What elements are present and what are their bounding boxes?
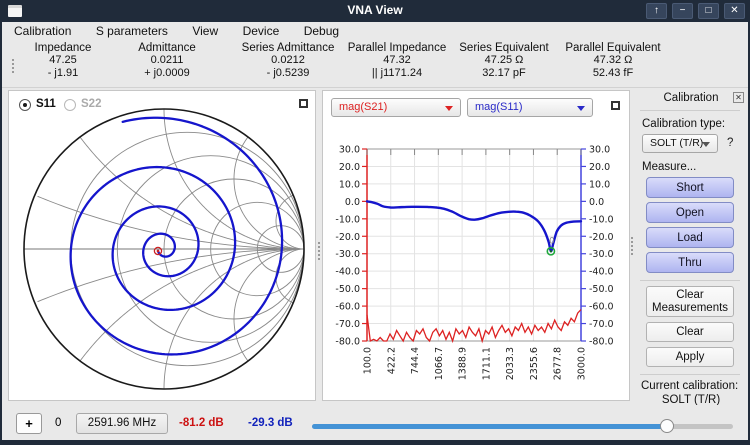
chevron-down-icon [702,142,710,147]
svg-text:0.0: 0.0 [589,197,604,208]
current-calibration-label: Current calibration: [641,380,738,392]
maximize-icon[interactable]: □ [698,3,719,19]
svg-text:-20.0: -20.0 [589,232,614,243]
detach-pane-icon[interactable] [611,101,620,110]
slider-fill [312,424,672,429]
menu-device[interactable]: Device [233,22,290,38]
s22-radio-label[interactable]: S22 [81,98,101,110]
chevron-down-icon [577,106,585,111]
window-title: VNA View [0,3,750,17]
s21-db-value: -81.2 dB [179,417,224,429]
thru-button[interactable]: Thru [646,252,734,273]
menu-debug[interactable]: Debug [294,22,349,38]
menu-calibration[interactable]: Calibration [4,22,81,38]
status-bar: + 0 2591.96 MHz -81.2 dB -29.3 dB [2,405,748,440]
svg-text:2355.6: 2355.6 [529,347,540,380]
svg-text:-60.0: -60.0 [589,302,614,313]
svg-text:30.0: 30.0 [339,145,360,156]
calibration-title: Calibration [641,92,741,104]
svg-text:-70.0: -70.0 [335,319,360,330]
smith-chart-pane: S11 S22 [8,90,316,401]
s11-radio[interactable] [19,99,31,111]
measure-label: Measure... [642,161,696,173]
calibration-panel: Calibration ✕ Calibration type: SOLT (T/… [634,88,748,404]
svg-text:-40.0: -40.0 [589,267,614,278]
readout-series-equivalent: Series Equivalent 47.25 Ω 32.17 pF [450,42,558,80]
readout-parallel-equivalent: Parallel Equivalent 47.32 Ω 52.43 fF [554,42,672,80]
help-button[interactable]: ? [727,137,733,149]
s11-radio-label[interactable]: S11 [36,98,56,110]
short-button[interactable]: Short [646,177,734,198]
trace1-selector[interactable]: mag(S21) [331,98,461,117]
calibration-type-label: Calibration type: [642,118,725,130]
readout-admittance: Admittance 0.0211 + j0.0009 [124,42,210,80]
open-button[interactable]: Open [646,202,734,223]
svg-text:30.0: 30.0 [589,145,610,156]
svg-text:0.0: 0.0 [345,197,360,208]
svg-text:-50.0: -50.0 [335,284,360,295]
svg-text:0: 0 [549,236,554,246]
readout-toolbar: Impedance 47.25 - j1.91 Admittance 0.021… [2,39,748,88]
svg-text:-80.0: -80.0 [335,337,360,348]
smith-chart[interactable] [9,91,317,402]
trace2-selector[interactable]: mag(S11) [467,98,593,117]
toolbar-grip[interactable] [12,57,14,75]
svg-text:1066.7: 1066.7 [434,347,445,380]
clear-button[interactable]: Clear [646,322,734,342]
shade-icon[interactable]: ↑ [646,3,667,19]
menu-view[interactable]: View [182,22,228,38]
magnitude-plot-pane: 100.0 422.2 744.4 1066.7 1388.9 1711.1 2033.3 2… [322,90,630,401]
readout-impedance: Impedance 47.25 - j1.91 [20,42,106,80]
chevron-down-icon [445,106,453,111]
s22-radio[interactable] [64,99,76,111]
marker-frequency-button[interactable]: 2591.96 MHz [76,413,168,434]
svg-text:1388.9: 1388.9 [458,347,469,380]
clear-measurements-button[interactable]: Clear Measurements [646,286,734,317]
svg-text:-10.0: -10.0 [589,214,614,225]
calibration-type-select[interactable]: SOLT (T/R) [642,134,718,153]
close-panel-icon[interactable]: ✕ [733,92,744,103]
svg-text:3000.0: 3000.0 [577,347,588,380]
minimize-icon[interactable]: − [672,3,693,19]
svg-text:-50.0: -50.0 [589,284,614,295]
magnitude-plot[interactable]: 100.0 422.2 744.4 1066.7 1388.9 1711.1 2033.3 2… [323,91,631,402]
content-area: S11 S22 100.0 422.2 744.4 1066.7 1388.9 1711.… [2,88,748,440]
menu-bar: Calibration S parameters View Device Deb… [2,22,748,39]
svg-text:100.0: 100.0 [363,347,374,374]
svg-text:20.0: 20.0 [589,162,610,173]
cal-splitter-handle[interactable] [631,235,633,257]
app-window: VNA View ↑ − □ ✕ Calibration S parameter… [0,0,750,445]
pane-splitter-handle[interactable] [318,240,320,262]
apply-button[interactable]: Apply [646,347,734,367]
svg-text:-20.0: -20.0 [335,232,360,243]
menu-s-parameters[interactable]: S parameters [86,22,178,38]
svg-text:-60.0: -60.0 [335,302,360,313]
svg-text:1711.1: 1711.1 [481,347,492,380]
add-marker-button[interactable]: + [16,413,42,434]
svg-text:-40.0: -40.0 [335,267,360,278]
svg-text:20.0: 20.0 [339,162,360,173]
svg-text:744.4: 744.4 [410,347,421,374]
svg-text:-10.0: -10.0 [335,214,360,225]
svg-text:-80.0: -80.0 [589,337,614,348]
readout-series-admittance: Series Admittance 0.0212 - j0.5239 [234,42,342,80]
title-bar: VNA View ↑ − □ ✕ [0,0,750,22]
svg-text:-30.0: -30.0 [335,249,360,260]
svg-text:10.0: 10.0 [589,179,610,190]
s11-db-value: -29.3 dB [248,417,293,429]
svg-text:2677.8: 2677.8 [553,347,564,380]
slider-handle[interactable] [660,419,674,433]
svg-text:10.0: 10.0 [339,179,360,190]
frequency-slider[interactable] [312,424,733,429]
readout-parallel-impedance: Parallel Impedance 47.32 || j1171.24 [338,42,456,80]
load-button[interactable]: Load [646,227,734,248]
svg-text:-70.0: -70.0 [589,319,614,330]
svg-text:422.2: 422.2 [386,347,397,374]
close-icon[interactable]: ✕ [724,3,745,19]
svg-text:-30.0: -30.0 [589,249,614,260]
svg-text:2033.3: 2033.3 [505,347,516,380]
detach-pane-icon[interactable] [299,99,308,108]
marker-index: 0 [55,417,61,429]
